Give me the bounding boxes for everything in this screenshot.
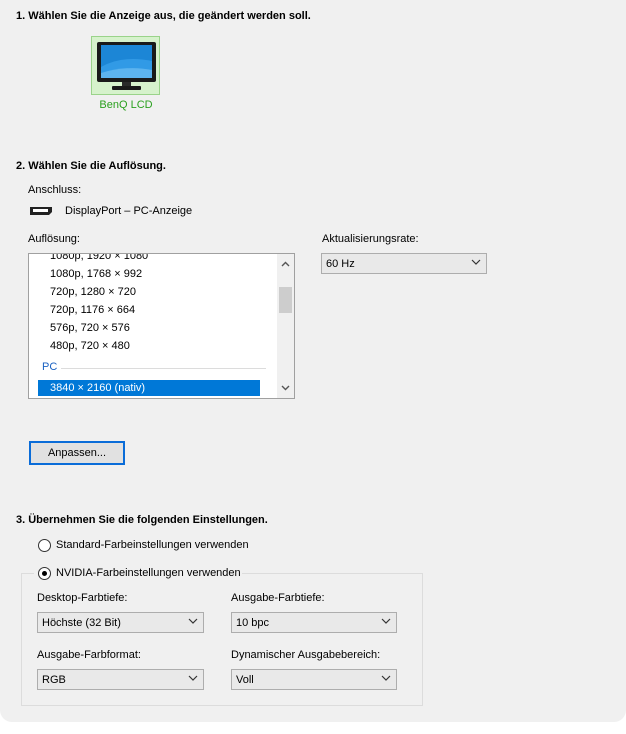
desktop-depth-select[interactable]: Höchste (32 Bit)	[37, 612, 204, 633]
radio-default-label[interactable]: Standard-Farbeinstellungen verwenden	[56, 539, 249, 551]
list-item[interactable]: 1080p, 1920 × 1080	[50, 254, 148, 262]
output-format-value: RGB	[42, 674, 66, 686]
output-depth-label: Ausgabe-Farbtiefe:	[231, 592, 325, 604]
group-divider	[61, 368, 266, 369]
scroll-down-icon[interactable]	[277, 380, 294, 397]
selected-list-item[interactable]: 3840 × 2160 (nativ)	[38, 380, 260, 396]
connection-label: Anschluss:	[28, 184, 82, 196]
chevron-down-icon	[188, 618, 198, 624]
refresh-rate-select[interactable]: 60 Hz	[321, 253, 487, 274]
scroll-thumb[interactable]	[279, 287, 292, 313]
output-format-label: Ausgabe-Farbformat:	[37, 649, 141, 661]
chevron-down-icon	[471, 259, 481, 265]
desktop-depth-value: Höchste (32 Bit)	[42, 617, 121, 629]
connection-value: DisplayPort – PC-Anzeige	[65, 205, 193, 217]
chevron-down-icon	[381, 675, 391, 681]
customize-button[interactable]: Anpassen...	[29, 441, 125, 465]
radio-nvidia-label[interactable]: NVIDIA-Farbeinstellungen verwenden	[56, 567, 241, 579]
radio-selected-dot	[42, 571, 47, 576]
scroll-up-icon[interactable]	[277, 256, 294, 273]
dynamic-range-select[interactable]: Voll	[231, 669, 397, 690]
displayport-icon	[30, 207, 52, 215]
refresh-label: Aktualisierungsrate:	[322, 233, 419, 245]
list-item[interactable]: 480p, 720 × 480	[50, 340, 130, 352]
group-label-pc: PC	[42, 361, 58, 373]
list-item[interactable]: 720p, 1280 × 720	[50, 286, 136, 298]
selected-list-item-label: 3840 × 2160 (nativ)	[50, 382, 146, 394]
monitor-icon	[97, 42, 156, 90]
display-tile[interactable]	[91, 36, 160, 95]
desktop-depth-label: Desktop-Farbtiefe:	[37, 592, 128, 604]
radio-default-colors[interactable]	[38, 539, 51, 552]
section1-heading: 1. Wählen Sie die Anzeige aus, die geänd…	[16, 10, 311, 22]
output-depth-select[interactable]: 10 bpc	[231, 612, 397, 633]
resolution-label: Auflösung:	[28, 233, 80, 245]
radio-nvidia-colors[interactable]	[38, 567, 51, 580]
list-item[interactable]: 720p, 1176 × 664	[50, 304, 135, 316]
settings-panel: 1. Wählen Sie die Anzeige aus, die geänd…	[0, 0, 626, 722]
dynamic-range-value: Voll	[236, 674, 254, 686]
dynamic-range-label: Dynamischer Ausgabebereich:	[231, 649, 381, 661]
section2-heading: 2. Wählen Sie die Auflösung.	[16, 160, 166, 172]
output-depth-value: 10 bpc	[236, 617, 270, 629]
display-name: BenQ LCD	[99, 99, 153, 111]
listbox-scrollbar[interactable]	[277, 254, 294, 398]
list-item[interactable]: 1080p, 1768 × 992	[50, 268, 142, 280]
resolution-listbox[interactable]: 1080p, 1920 × 1080 1080p, 1768 × 992 720…	[28, 253, 295, 399]
refresh-rate-value: 60 Hz	[326, 258, 355, 270]
chevron-down-icon	[188, 675, 198, 681]
list-item[interactable]: 576p, 720 × 576	[50, 322, 130, 334]
section3-heading: 3. Übernehmen Sie die folgenden Einstell…	[16, 514, 268, 526]
output-format-select[interactable]: RGB	[37, 669, 204, 690]
chevron-down-icon	[381, 618, 391, 624]
